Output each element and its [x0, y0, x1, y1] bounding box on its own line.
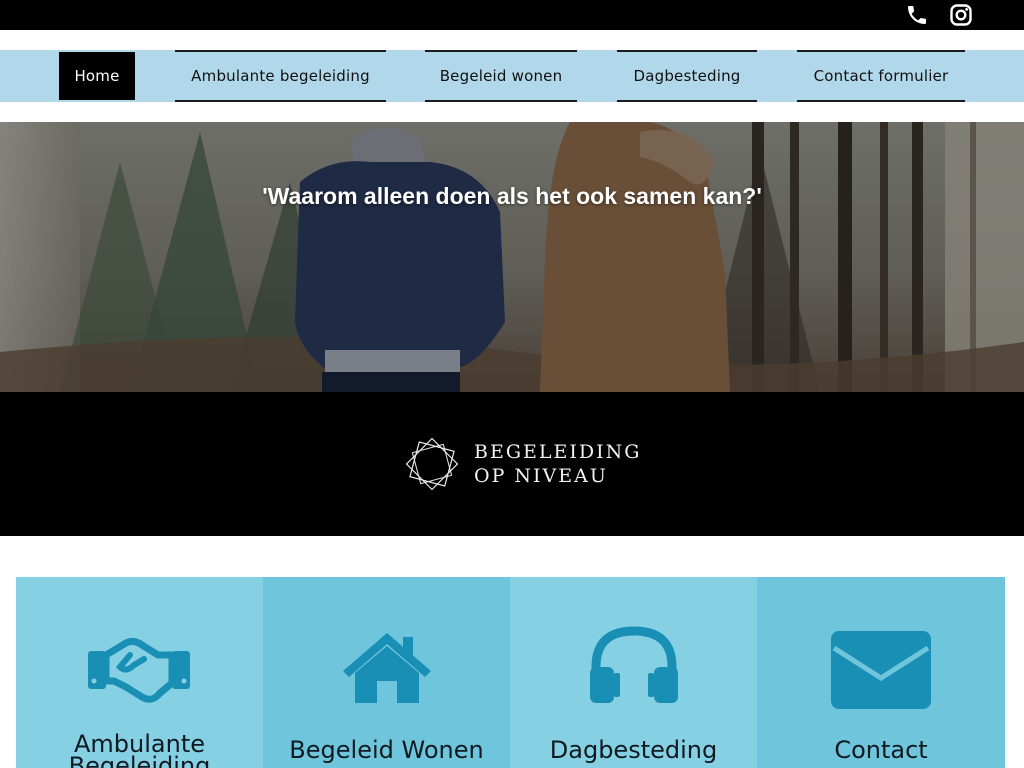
main-navigation: Home Ambulante begeleiding Begeleid wone… — [0, 50, 1024, 102]
tile-contact[interactable]: Contact — [757, 577, 1005, 768]
nav-item-ambulante-begeleiding[interactable]: Ambulante begeleiding — [175, 50, 386, 102]
tile-label-dagbesteding: Dagbesteding — [549, 736, 718, 764]
tile-label-contact: Contact — [834, 736, 928, 764]
brand-name-line1: BEGELEIDING — [474, 441, 642, 463]
brand-name-line2: OP NIVEAU — [474, 465, 608, 487]
tile-begeleid-wonen[interactable]: Begeleid Wonen — [263, 577, 510, 768]
phone-icon[interactable] — [905, 3, 929, 27]
envelope-icon — [831, 631, 931, 709]
top-bar — [0, 0, 1024, 30]
brand-logo-icon — [405, 437, 459, 491]
nav-item-begeleid-wonen[interactable]: Begeleid wonen — [425, 50, 577, 102]
house-icon — [343, 633, 431, 703]
hero-quote: 'Waarom alleen doen als het ook samen ka… — [262, 183, 762, 209]
tile-dagbesteding[interactable]: Dagbesteding — [510, 577, 757, 768]
instagram-icon[interactable] — [949, 3, 973, 27]
headphones-icon — [590, 626, 678, 703]
tile-ambulante-begeleiding[interactable]: Ambulante Begeleiding — [16, 577, 263, 768]
hero-banner: 'Waarom alleen doen als het ook samen ka… — [0, 122, 1024, 392]
nav-item-home[interactable]: Home — [59, 52, 135, 100]
nav-item-dagbesteding[interactable]: Dagbesteding — [617, 50, 757, 102]
service-tiles: Ambulante Begeleiding Begeleid Wonen Dag… — [16, 577, 1005, 768]
brand-band: BEGELEIDING OP NIVEAU — [0, 392, 1024, 536]
hero-forest-image — [0, 122, 1024, 392]
handshake-icon — [88, 637, 190, 703]
nav-item-contact-formulier[interactable]: Contact formulier — [797, 50, 965, 102]
tile-label-begeleid-wonen: Begeleid Wonen — [289, 736, 484, 764]
tile-label-ambulante-begeleiding: Ambulante Begeleiding — [68, 730, 211, 768]
